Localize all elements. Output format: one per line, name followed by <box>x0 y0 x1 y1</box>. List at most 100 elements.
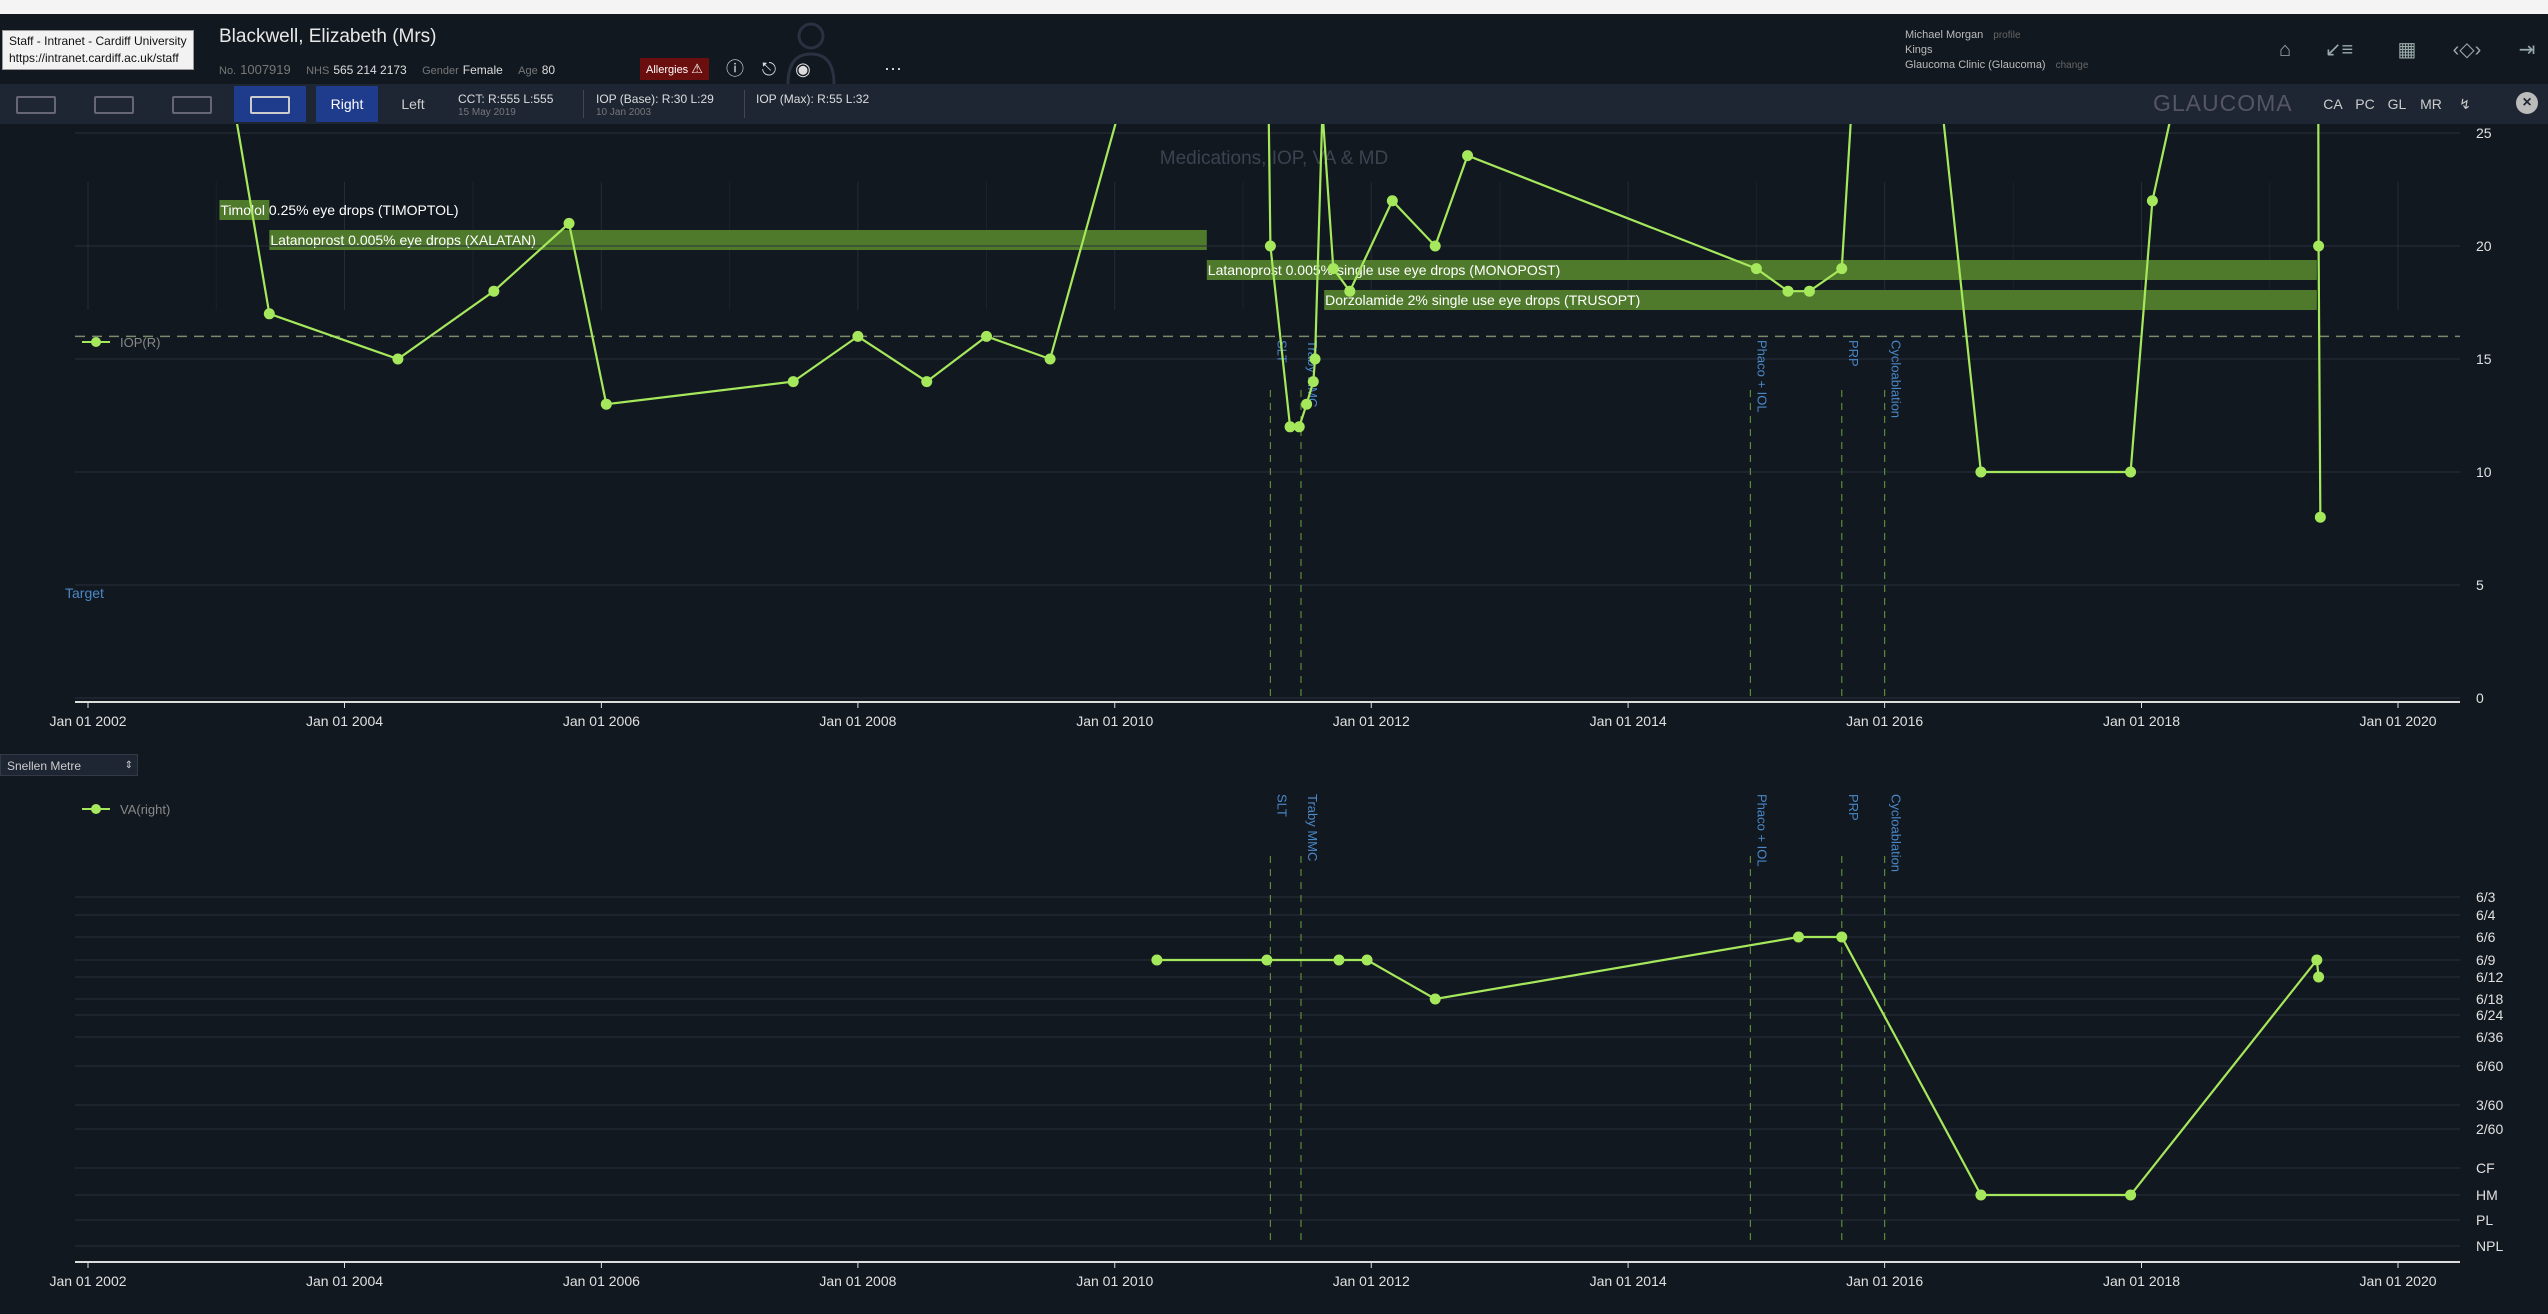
lightning-icon[interactable]: ↯ <box>2450 88 2480 120</box>
y-tick-label: 6/18 <box>2476 991 2503 1007</box>
toolbar-button-ca[interactable]: CA <box>2318 88 2348 120</box>
layout-2-icon <box>94 96 134 115</box>
iop-data-point <box>1386 195 1398 207</box>
va-data-point <box>1151 954 1163 966</box>
change-link[interactable]: change <box>2056 60 2089 71</box>
divider <box>744 90 745 118</box>
allergies-button[interactable]: Allergies ⚠ <box>640 58 709 80</box>
iop-base-value: IOP (Base): R:30 L:29 <box>596 92 714 106</box>
va-unit-select[interactable]: Snellen Metre ⇕ <box>0 754 138 776</box>
event-label: Traby MMC <box>1305 340 1320 407</box>
y-tick-label: 10 <box>2476 464 2492 480</box>
iop-data-point <box>1782 285 1794 297</box>
legend-label: VA(right) <box>120 802 170 817</box>
x-tick-label: Jan 01 2012 <box>1333 1273 1410 1289</box>
info-icon[interactable]: ⓘ <box>724 58 746 80</box>
layout-1-button[interactable] <box>0 86 72 122</box>
y-tick-label: 6/60 <box>2476 1058 2503 1074</box>
y-tick-label: 6/12 <box>2476 969 2503 985</box>
warning-icon: ⚠ <box>691 61 703 76</box>
specialty-title: GLAUCOMA <box>2153 90 2293 116</box>
toolbar-button-gl[interactable]: GL <box>2382 88 2412 120</box>
y-tick-label: 20 <box>2476 238 2492 254</box>
y-tick-label: CF <box>2476 1160 2495 1176</box>
y-tick-label: 25 <box>2476 125 2492 141</box>
iop-data-point <box>1307 376 1319 388</box>
layout-3-icon <box>172 96 212 115</box>
x-tick-label: Jan 01 2018 <box>2103 713 2180 729</box>
iop-data-point <box>1293 421 1305 433</box>
event-label: PRP <box>1846 340 1861 367</box>
x-tick-label: Jan 01 2018 <box>2103 1273 2180 1289</box>
x-tick-label: Jan 01 2020 <box>2359 1273 2436 1289</box>
iop-data-point <box>1044 353 1056 365</box>
x-tick-label: Jan 01 2010 <box>1076 713 1153 729</box>
chart-title: Medications, IOP, VA & MD <box>1160 148 1388 169</box>
logout-icon[interactable]: ⇥ <box>2510 36 2544 64</box>
return-list-icon[interactable]: ↙≡ <box>2322 36 2356 64</box>
toolbar-button-mr[interactable]: MR <box>2416 88 2446 120</box>
tooltip-title: Staff - Intranet - Cardiff University <box>9 34 187 48</box>
navigation-icon[interactable]: ‹◇› <box>2450 36 2484 64</box>
apps-icon[interactable]: ▦ <box>2390 36 2424 64</box>
iop-data-point <box>263 308 275 320</box>
x-tick-label: Jan 01 2006 <box>563 713 640 729</box>
layout-3-button[interactable] <box>156 86 228 122</box>
patient-meta: No. 1007919 NHS 565 214 2173 Gender Female … <box>219 62 567 77</box>
allergies-label: Allergies <box>646 64 689 76</box>
iop-data-point <box>2146 195 2158 207</box>
target-label: Target <box>65 585 104 601</box>
cct-value: CCT: R:555 L:555 <box>458 92 554 106</box>
x-tick-label: Jan 01 2008 <box>819 713 896 729</box>
patient-avatar-icon <box>786 22 836 84</box>
x-tick-label: Jan 01 2016 <box>1846 1273 1923 1289</box>
iop-data-point <box>392 353 404 365</box>
profile-link[interactable]: profile <box>1993 30 2020 41</box>
iop-data-point <box>2125 466 2137 478</box>
va-data-point <box>2311 954 2323 966</box>
y-tick-label: PL <box>2476 1212 2493 1228</box>
va-unit-value: Snellen Metre <box>7 759 82 773</box>
home-icon[interactable]: ⌂ <box>2268 36 2302 64</box>
patient-no-label: No. <box>219 65 237 77</box>
y-tick-label: 6/36 <box>2476 1029 2503 1045</box>
va-data-point <box>1836 931 1848 943</box>
layout-4-button[interactable] <box>234 86 306 122</box>
y-tick-label: 15 <box>2476 351 2492 367</box>
age-value: 80 <box>541 63 556 77</box>
y-tick-label: 6/24 <box>2476 1007 2503 1023</box>
va-data-point <box>1793 931 1805 943</box>
iop-data-point <box>1462 150 1474 162</box>
iop-data-point <box>2313 240 2325 252</box>
medication-label: Latanoprost 0.005% single use eye drops … <box>1208 262 1561 278</box>
event-label: Cycloablation <box>1889 340 1904 418</box>
browser-top-strip <box>0 0 2548 14</box>
iop-data-point <box>563 217 575 229</box>
right-eye-tab[interactable]: Right <box>316 86 378 122</box>
iop-data-point <box>980 330 992 342</box>
iop-data-point <box>1264 240 1276 252</box>
cct-summary: CCT: R:555 L:555 15 May 2019 <box>458 92 553 118</box>
iop-data-point <box>1803 285 1815 297</box>
iop-max-summary: IOP (Max): R:55 L:32 <box>756 92 870 106</box>
grid-icon[interactable]: ⋯ <box>882 58 904 80</box>
medication-label: Dorzolamide 2% single use eye drops (TRU… <box>1325 292 1640 308</box>
y-tick-label: 6/3 <box>2476 889 2496 905</box>
va-data-point <box>2313 971 2325 983</box>
iop-data-point <box>1429 240 1441 252</box>
layout-2-button[interactable] <box>78 86 150 122</box>
user-clinic: Glaucoma Clinic (Glaucoma) <box>1905 59 2046 71</box>
gender-value: Female <box>462 63 503 77</box>
y-tick-label: 6/6 <box>2476 929 2496 945</box>
iop-data-point <box>787 376 799 388</box>
iop-data-point <box>921 376 933 388</box>
cct-date: 15 May 2019 <box>458 107 516 118</box>
va-data-point <box>1333 954 1345 966</box>
iop-data-point <box>600 398 612 410</box>
va-data-point <box>2125 1189 2137 1201</box>
close-icon[interactable]: × <box>2516 92 2538 114</box>
left-eye-tab[interactable]: Left <box>382 86 444 122</box>
x-tick-label: Jan 01 2016 <box>1846 713 1923 729</box>
toolbar-button-pc[interactable]: PC <box>2350 88 2380 120</box>
y-tick-label: HM <box>2476 1187 2498 1203</box>
